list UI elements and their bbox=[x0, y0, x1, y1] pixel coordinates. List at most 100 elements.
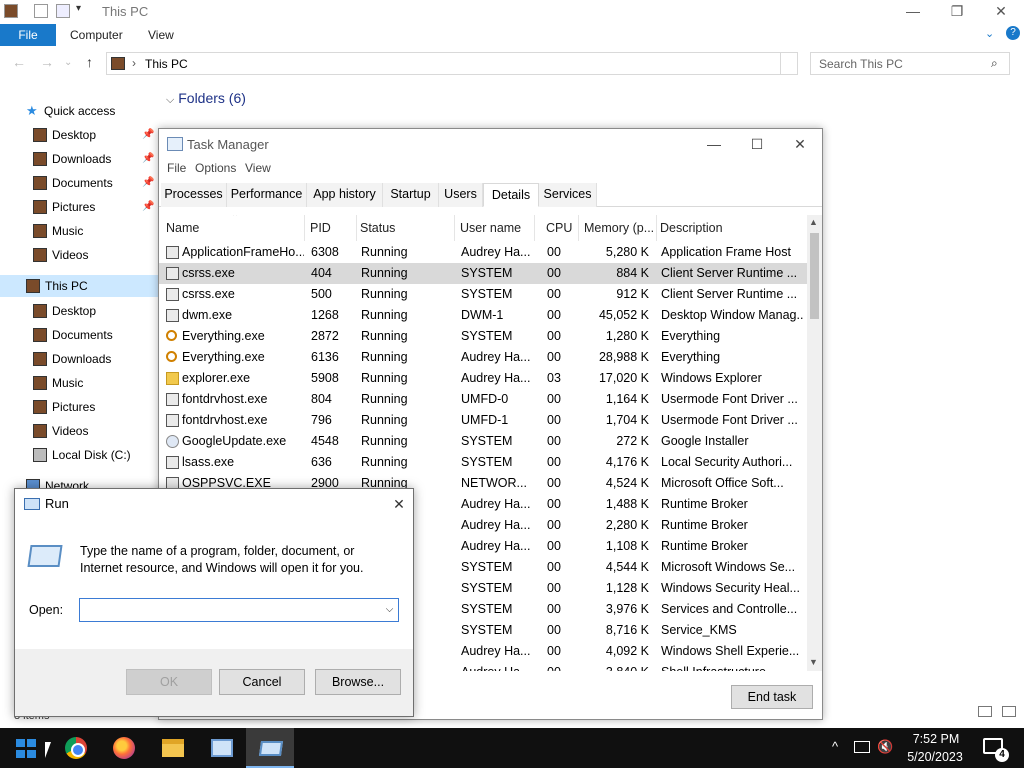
scroll-thumb[interactable] bbox=[810, 233, 819, 319]
nav-quick-pictures[interactable]: Pictures 📌 bbox=[0, 196, 158, 218]
table-row[interactable]: csrss.exe 500 Running SYSTEM 00 912 K Client S… bbox=[159, 284, 807, 305]
cell-user-name: SYSTEM bbox=[461, 329, 513, 343]
taskbar-run[interactable] bbox=[246, 728, 294, 768]
restore-icon[interactable]: ❐ bbox=[934, 0, 980, 24]
maximize-icon[interactable]: ☐ bbox=[737, 133, 777, 155]
tab-processes[interactable]: Processes bbox=[161, 183, 227, 207]
nav-quick-desktop[interactable]: Desktop 📌 bbox=[0, 124, 158, 146]
column-header-memory[interactable]: Memory (p... bbox=[581, 215, 657, 241]
taskbar-task-manager[interactable] bbox=[197, 728, 245, 768]
table-row[interactable]: GoogleUpdate.exe 4548 Running SYSTEM 00 272 K… bbox=[159, 431, 807, 452]
close-icon[interactable]: ✕ bbox=[387, 493, 411, 515]
nav-quick-documents[interactable]: Documents 📌 bbox=[0, 172, 158, 194]
show-hidden-icons-icon[interactable]: ^ bbox=[832, 739, 838, 768]
nav-pc-downloads[interactable]: Downloads bbox=[0, 348, 158, 370]
nav-pc-local-disk[interactable]: Local Disk (C:) bbox=[0, 444, 158, 466]
customize-toolbar-icon[interactable]: ▾ bbox=[76, 3, 81, 14]
nav-quick-access[interactable]: ★ Quick access bbox=[0, 100, 158, 122]
clock-time[interactable]: 7:52 PM bbox=[905, 732, 967, 746]
folders-section-header[interactable]: ⌵ Folders (6) bbox=[166, 90, 246, 107]
minimize-icon[interactable]: — bbox=[890, 0, 936, 24]
tab-services[interactable]: Services bbox=[539, 183, 597, 207]
volume-muted-icon[interactable]: 🔇 bbox=[877, 739, 893, 768]
minimize-icon[interactable]: — bbox=[694, 133, 734, 155]
back-icon[interactable]: ← bbox=[12, 54, 26, 70]
cancel-button[interactable]: Cancel bbox=[219, 669, 305, 695]
cell-memory: 884 K bbox=[616, 266, 649, 280]
open-combobox-input[interactable] bbox=[79, 598, 399, 622]
ribbon-tab-computer[interactable]: Computer bbox=[70, 28, 123, 42]
column-header-description[interactable]: Description bbox=[657, 215, 805, 241]
process-icon bbox=[166, 267, 179, 280]
recent-locations-icon[interactable]: ⌄ bbox=[64, 57, 72, 68]
run-dialog: Run ✕ Type the name of a program, folder… bbox=[14, 488, 414, 717]
end-task-button[interactable]: End task bbox=[731, 685, 813, 709]
nav-pc-videos[interactable]: Videos bbox=[0, 420, 158, 442]
nav-pc-desktop[interactable]: Desktop bbox=[0, 300, 158, 322]
menu-view[interactable]: View bbox=[245, 161, 271, 175]
tiles-view-icon[interactable] bbox=[1002, 706, 1016, 717]
scroll-up-icon[interactable]: ▲ bbox=[809, 217, 818, 227]
cell-status: Running bbox=[361, 392, 408, 406]
vertical-scrollbar[interactable]: ▲ ▼ bbox=[807, 215, 822, 671]
view-toggle-icons[interactable] bbox=[978, 706, 1018, 720]
column-header-status[interactable]: Status bbox=[357, 215, 455, 241]
tab-startup[interactable]: Startup bbox=[383, 183, 439, 207]
ribbon-expand-icon[interactable]: ⌄ bbox=[985, 27, 994, 40]
nav-this-pc[interactable]: This PC bbox=[0, 275, 158, 297]
chevron-down-icon[interactable]: ⌵ bbox=[381, 599, 398, 621]
properties-icon[interactable] bbox=[34, 4, 48, 18]
table-row[interactable]: fontdrvhost.exe 796 Running UMFD-1 00 1,704 K… bbox=[159, 410, 807, 431]
up-icon[interactable]: ↑ bbox=[86, 54, 93, 70]
cell-description: Runtime Broker bbox=[661, 539, 748, 553]
nav-pc-pictures[interactable]: Pictures bbox=[0, 396, 158, 418]
nav-quick-downloads[interactable]: Downloads 📌 bbox=[0, 148, 158, 170]
table-row[interactable]: explorer.exe 5908 Running Audrey Ha... 03 17,… bbox=[159, 368, 807, 389]
forward-icon[interactable]: → bbox=[40, 54, 54, 70]
cell-status: Running bbox=[361, 371, 408, 385]
ok-button[interactable]: OK bbox=[126, 669, 212, 695]
new-folder-icon[interactable] bbox=[56, 4, 70, 18]
column-header-user-name[interactable]: User name bbox=[457, 215, 535, 241]
taskbar-firefox[interactable] bbox=[99, 728, 147, 768]
tab-app-history[interactable]: App history bbox=[307, 183, 383, 207]
nav-quick-music[interactable]: Music bbox=[0, 220, 158, 242]
cell-pid: 6308 bbox=[311, 245, 339, 259]
table-row[interactable]: Everything.exe 6136 Running Audrey Ha... 00 2… bbox=[159, 347, 807, 368]
details-view-icon[interactable] bbox=[978, 706, 992, 717]
clock-date[interactable]: 5/20/2023 bbox=[900, 750, 970, 764]
nav-pc-music[interactable]: Music bbox=[0, 372, 158, 394]
browse-button[interactable]: Browse... bbox=[315, 669, 401, 695]
cell-memory: 2,280 K bbox=[605, 518, 649, 532]
nav-quick-videos[interactable]: Videos bbox=[0, 244, 158, 266]
nav-pc-documents[interactable]: Documents bbox=[0, 324, 158, 346]
table-row[interactable]: dwm.exe 1268 Running DWM-1 00 45,052 K Desktop… bbox=[159, 305, 807, 326]
address-bar[interactable]: › This PC bbox=[106, 52, 798, 75]
taskbar-chrome[interactable] bbox=[51, 728, 99, 768]
scroll-down-icon[interactable]: ▼ bbox=[809, 657, 818, 667]
column-header-name[interactable]: ⌃ Name bbox=[163, 215, 305, 241]
network-icon[interactable] bbox=[854, 741, 870, 753]
column-header-cpu[interactable]: CPU bbox=[543, 215, 579, 241]
table-row[interactable]: ApplicationFrameHo... 6308 Running Audrey H… bbox=[159, 242, 807, 263]
start-button[interactable] bbox=[0, 728, 48, 768]
search-input[interactable]: Search This PC ⌕ bbox=[810, 52, 1010, 75]
table-row[interactable]: lsass.exe 636 Running SYSTEM 00 4,176 K Local … bbox=[159, 452, 807, 473]
tab-performance[interactable]: Performance bbox=[227, 183, 307, 207]
table-row[interactable]: Everything.exe 2872 Running SYSTEM 00 1,280 K… bbox=[159, 326, 807, 347]
close-icon[interactable]: ✕ bbox=[780, 133, 820, 155]
ribbon-tab-file[interactable]: File bbox=[0, 24, 56, 46]
tab-users[interactable]: Users bbox=[439, 183, 483, 207]
column-header-pid[interactable]: PID bbox=[307, 215, 357, 241]
refresh-button[interactable] bbox=[780, 52, 798, 75]
close-icon[interactable]: ✕ bbox=[978, 0, 1024, 24]
tab-details[interactable]: Details bbox=[483, 183, 539, 207]
menu-file[interactable]: File bbox=[167, 161, 186, 175]
menu-options[interactable]: Options bbox=[195, 161, 236, 175]
ribbon-tab-view[interactable]: View bbox=[148, 28, 174, 42]
help-icon[interactable]: ? bbox=[1006, 26, 1020, 40]
cell-memory: 1,704 K bbox=[605, 413, 649, 427]
table-row[interactable]: fontdrvhost.exe 804 Running UMFD-0 00 1,164 K… bbox=[159, 389, 807, 410]
taskbar-file-explorer[interactable] bbox=[148, 728, 196, 768]
table-row[interactable]: csrss.exe 404 Running SYSTEM 00 884 K Client S… bbox=[159, 263, 807, 284]
